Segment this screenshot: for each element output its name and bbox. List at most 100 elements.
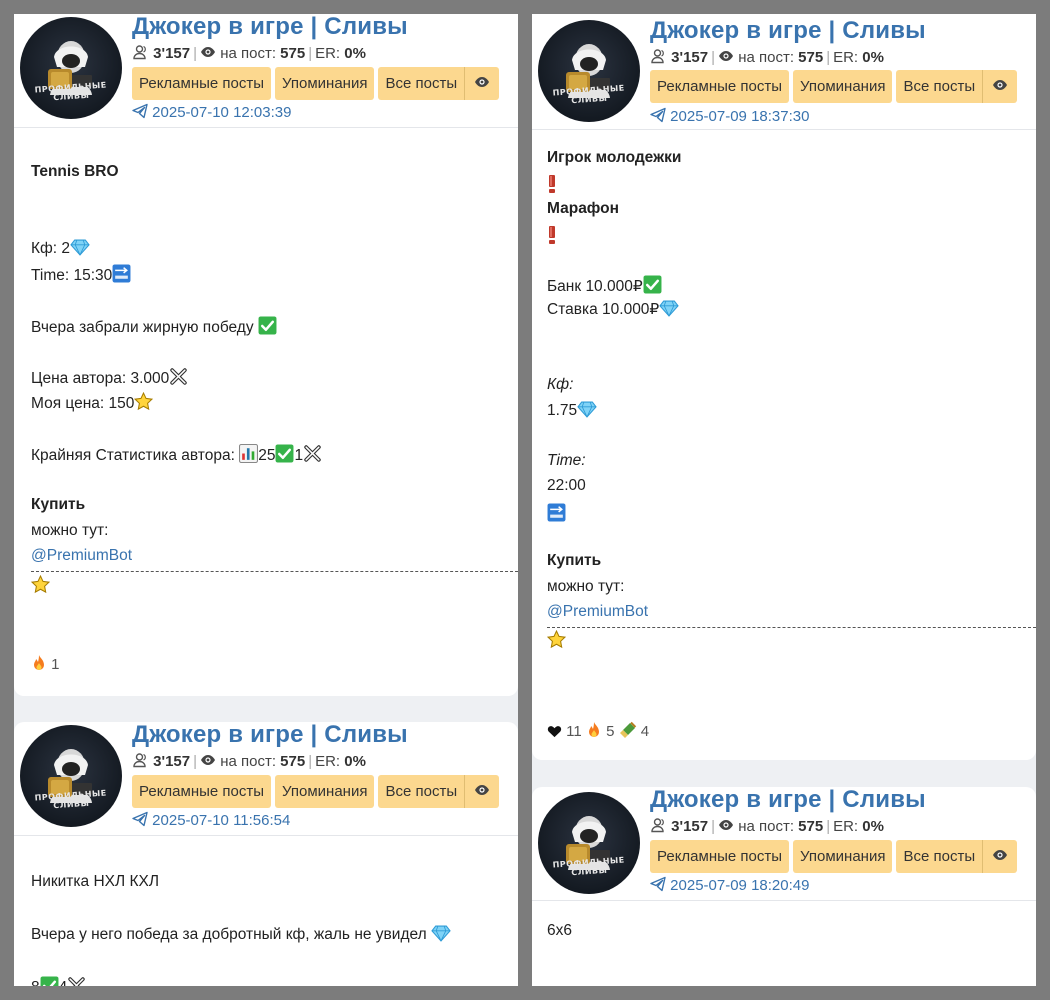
eye-icon (473, 74, 491, 90)
er-value: 0% (344, 753, 366, 770)
hooded-figure-icon (538, 20, 640, 122)
ads-posts-button[interactable]: Рекламные посты (132, 775, 272, 808)
mentions-button[interactable]: Упоминания (275, 67, 375, 100)
star-emoji (31, 575, 50, 594)
reaction[interactable]: 5 (586, 723, 614, 740)
cross-mark-emoji (303, 444, 322, 463)
eye-icon (991, 847, 1009, 863)
post-line: Time: (547, 452, 586, 469)
mentions-button[interactable]: Упоминания (275, 775, 375, 808)
bot-link[interactable]: @PremiumBot (547, 603, 648, 621)
mentions-button[interactable]: Упоминания (793, 70, 893, 103)
soon-arrow-emoji (547, 503, 566, 522)
bot-link[interactable]: @PremiumBot (31, 547, 132, 565)
hooded-figure-icon (20, 725, 122, 827)
reaction[interactable]: 1 (31, 656, 60, 673)
star-emoji (134, 392, 153, 411)
post-line: Крайняя Статистика автора: 25 1 (31, 444, 322, 465)
all-posts-button[interactable]: Все посты (896, 70, 983, 103)
post-line (547, 630, 566, 651)
reaction[interactable]: 4 (619, 723, 649, 740)
view-post-button[interactable] (982, 70, 1018, 103)
telegram-plane-icon (650, 876, 666, 892)
er-label: ER: (315, 753, 341, 770)
reaction[interactable]: 11 (547, 723, 582, 740)
views-count: 575 (280, 753, 306, 770)
views-label: на пост: (738, 818, 794, 835)
channel-title[interactable]: Джокер в игре | Сливы (132, 14, 408, 41)
channel-title[interactable]: Джокер в игре | Сливы (650, 787, 926, 814)
exclamation-emoji (547, 174, 557, 194)
post-line: Вчера забрали жирную победу (31, 316, 277, 337)
channel-avatar[interactable]: ПРОФИЛЬНЫЕ СЛИВЫ (538, 20, 640, 122)
channel-stats: 3'157 | на пост: 575 | ER: 0% (132, 752, 366, 770)
channel-stats: 3'157 | на пост: 575 | ER: 0% (650, 817, 884, 835)
post-line: 84 (31, 976, 86, 986)
cross-mark-emoji (67, 976, 86, 986)
post-date: 2025-07-09 18:20:49 (670, 877, 810, 894)
post-line: Кф: (547, 376, 574, 393)
channel-title[interactable]: Джокер в игре | Сливы (132, 722, 408, 749)
eye-icon (200, 44, 216, 60)
feed-column-left: ПРОФИЛЬНЫЕ СЛИВЫ Джокер в игре | Сливы 3'… (14, 14, 518, 986)
subscriber-count: 3'157 (671, 49, 709, 66)
feed-column-right: ПРОФИЛЬНЫЕ СЛИВЫ Джокер в игре | Сливы 3'… (532, 14, 1036, 986)
post-date-link[interactable]: 2025-07-09 18:37:30 (650, 107, 809, 125)
check-mark-emoji (643, 275, 662, 294)
post-actions: Рекламные посты Упоминания Все посты (132, 67, 503, 100)
channel-stats: 3'157 | на пост: 575 | ER: 0% (132, 44, 366, 62)
diamond-emoji (431, 925, 451, 942)
reactions-bar: 1 (31, 654, 60, 673)
post-line: Вчера у него победа за добротный кф, жал… (31, 925, 451, 944)
check-mark-emoji (275, 444, 294, 463)
all-posts-button[interactable]: Все посты (896, 840, 983, 873)
post-actions: Рекламные посты Упоминания Все посты (132, 775, 503, 808)
post-card: ПРОФИЛЬНЫЕ СЛИВЫ Джокер в игре | Сливы 3'… (14, 14, 518, 696)
channel-title[interactable]: Джокер в игре | Сливы (650, 17, 926, 45)
view-post-button[interactable] (464, 775, 500, 808)
channel-avatar[interactable]: ПРОФИЛЬНЫЕ СЛИВЫ (20, 725, 122, 827)
eye-icon (473, 782, 491, 798)
diamond-emoji (70, 239, 90, 256)
mentions-button[interactable]: Упоминания (793, 840, 893, 873)
hooded-figure-icon (538, 792, 640, 894)
views-count: 575 (280, 45, 306, 62)
post-header: ПРОФИЛЬНЫЕ СЛИВЫ Джокер в игре | Сливы 3'… (14, 14, 518, 128)
eye-icon (991, 77, 1009, 93)
ads-posts-button[interactable]: Рекламные посты (132, 67, 272, 100)
fire-emoji (31, 654, 47, 672)
er-label: ER: (833, 49, 859, 66)
post-line: 22:00 (547, 477, 586, 494)
views-label: на пост: (738, 49, 794, 66)
subscribers-icon (132, 752, 149, 768)
channel-avatar[interactable]: ПРОФИЛЬНЫЕ СЛИВЫ (538, 792, 640, 894)
view-post-button[interactable] (464, 67, 500, 100)
subscriber-count: 3'157 (671, 818, 709, 835)
post-line: можно тут: (547, 578, 625, 595)
er-label: ER: (315, 45, 341, 62)
all-posts-button[interactable]: Все посты (378, 67, 465, 100)
post-date-link[interactable]: 2025-07-10 11:56:54 (132, 811, 290, 829)
post-line: Кф: 2 (31, 239, 90, 258)
post-line (31, 575, 50, 596)
diamond-emoji (659, 300, 679, 317)
post-date-link[interactable]: 2025-07-10 12:03:39 (132, 103, 291, 121)
ads-posts-button[interactable]: Рекламные посты (650, 70, 790, 103)
post-subtitle: Марафон (547, 200, 619, 217)
star-emoji (547, 630, 566, 649)
subscribers-icon (132, 44, 149, 60)
post-date-link[interactable]: 2025-07-09 18:20:49 (650, 876, 809, 894)
post-header: ПРОФИЛЬНЫЕ СЛИВЫ Джокер в игре | Сливы 3'… (532, 14, 1036, 130)
post-line (547, 225, 557, 247)
buy-heading: Купить (547, 552, 602, 569)
all-posts-button[interactable]: Все посты (378, 775, 465, 808)
channel-avatar[interactable]: ПРОФИЛЬНЫЕ СЛИВЫ (20, 17, 122, 119)
post-date: 2025-07-10 11:56:54 (152, 812, 291, 829)
views-count: 575 (798, 49, 824, 66)
post-text: 6х6 (547, 922, 572, 939)
post-card: ПРОФИЛЬНЫЕ СЛИВЫ Джокер в игре | Сливы 3'… (532, 14, 1036, 760)
view-post-button[interactable] (982, 840, 1018, 873)
ads-posts-button[interactable]: Рекламные посты (650, 840, 790, 873)
subscriber-count: 3'157 (153, 753, 191, 770)
divider (547, 627, 1036, 628)
